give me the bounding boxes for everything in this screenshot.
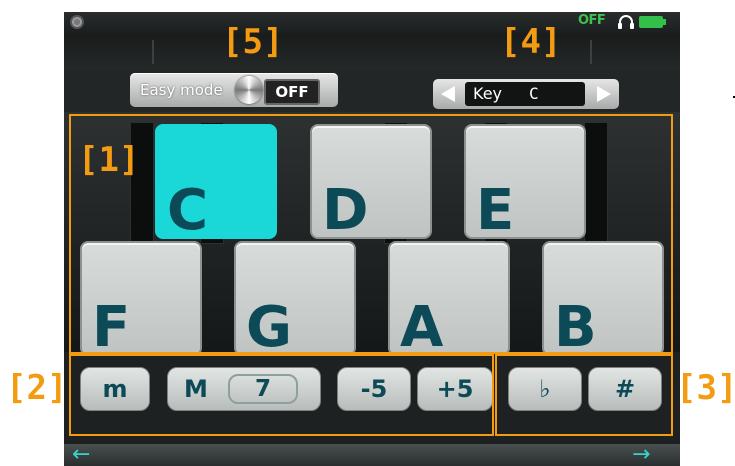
callout-box-accidentals	[495, 354, 673, 436]
key-value: C	[529, 84, 539, 103]
easy-mode-label: Easy mode	[140, 81, 223, 99]
tab-divider	[152, 40, 154, 64]
callout-label-4: [4]	[500, 22, 562, 62]
callout-label-2: [2]	[6, 368, 68, 408]
callout-label-5: [5]	[222, 22, 284, 62]
headphone-icon	[618, 15, 634, 29]
back-arrow-icon[interactable]: ←	[72, 442, 90, 466]
easy-mode-state: OFF	[264, 79, 320, 105]
callout-label-1: [1]	[78, 140, 140, 180]
key-next-arrow-icon[interactable]	[597, 86, 611, 102]
tab-row	[64, 34, 680, 71]
easy-mode-toggle[interactable]: Easy mode OFF	[130, 73, 338, 107]
footer-bar: ← →	[64, 442, 680, 466]
forward-arrow-icon[interactable]: →	[632, 442, 650, 466]
status-bar: OFF	[64, 12, 680, 34]
key-display: Key C	[465, 82, 585, 106]
knob-icon	[235, 76, 263, 104]
key-selector: Key C	[433, 79, 619, 109]
tab-divider	[590, 40, 592, 64]
callout-label-3: [3]	[676, 368, 735, 408]
battery-icon	[639, 16, 666, 28]
key-label: Key	[473, 84, 503, 103]
disc-icon	[70, 15, 84, 29]
key-prev-arrow-icon[interactable]	[441, 86, 455, 102]
callout-box-chord-modifiers	[69, 354, 494, 436]
callout-box-note-keys	[69, 114, 673, 354]
audio-status: OFF	[578, 13, 606, 28]
